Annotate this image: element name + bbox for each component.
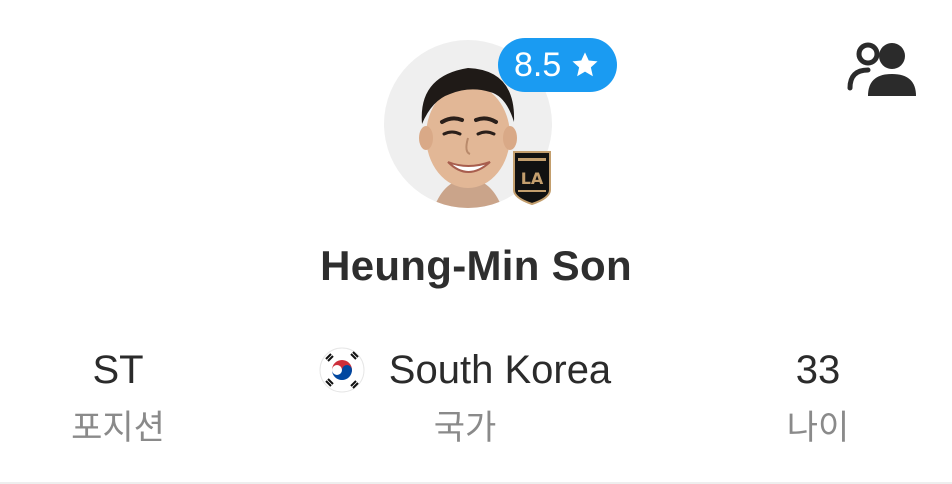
star-icon <box>572 52 598 77</box>
position-label: 포지션 <box>71 409 165 447</box>
stat-position: ST 포지션 <box>40 346 196 448</box>
stat-age: 33 나이 <box>740 346 896 448</box>
svg-text:LA: LA <box>521 169 544 188</box>
country-value: South Korea <box>300 346 630 394</box>
club-badge: LA <box>512 150 552 211</box>
age-value: 33 <box>795 348 841 392</box>
rating-badge: 8.5 <box>498 38 618 92</box>
age-label: 나이 <box>786 409 850 447</box>
country-name: South Korea <box>388 348 612 392</box>
south-korea-flag-icon <box>319 347 365 393</box>
lafc-crest-icon: LA <box>513 151 551 206</box>
position-value: ST <box>92 348 144 392</box>
player-name: Heung-Min Son <box>320 242 632 289</box>
rating-value: 8.5 <box>514 45 562 84</box>
stat-country: South Korea 국가 <box>300 346 630 448</box>
country-label: 국가 <box>433 409 497 447</box>
compare-players-button[interactable] <box>846 40 920 103</box>
compare-players-icon <box>847 42 916 96</box>
